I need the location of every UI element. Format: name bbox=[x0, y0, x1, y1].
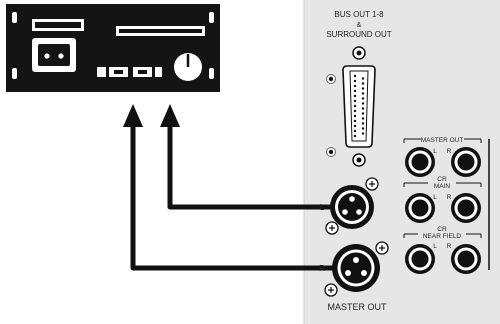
db25-pin bbox=[361, 122, 365, 125]
volume-knob-icon bbox=[174, 53, 202, 81]
db25-pin bbox=[361, 107, 365, 110]
db25-pin bbox=[353, 89, 357, 93]
mount-hole-top-icon bbox=[326, 74, 336, 84]
db25-pin bbox=[361, 87, 365, 90]
db25-pin bbox=[353, 129, 357, 133]
quarter-inch-jack-icon bbox=[405, 147, 435, 177]
db25-pin bbox=[353, 84, 357, 88]
db25-pin bbox=[361, 127, 365, 130]
cr-main-jack-l-label: L bbox=[433, 194, 437, 201]
cr-main-label-line2: MAIN bbox=[434, 183, 451, 190]
cr-near-label-line1: CR bbox=[437, 226, 447, 233]
cr-main-label-line1: CR bbox=[437, 176, 447, 183]
db25-pin bbox=[361, 97, 365, 100]
db25-screw-top-icon bbox=[352, 46, 366, 60]
db25-screw-bottom-icon bbox=[352, 153, 366, 167]
db25-pin bbox=[353, 99, 357, 103]
master-out-jack-l-label: L bbox=[433, 148, 437, 155]
db25-pin bbox=[353, 114, 357, 118]
db25-pin bbox=[361, 82, 365, 85]
quarter-inch-jack-icon bbox=[405, 193, 435, 223]
db25-pin bbox=[353, 134, 357, 138]
arrow-up-icon bbox=[160, 104, 180, 127]
cr-main-jack-r-label: R bbox=[447, 194, 452, 201]
arrow-up-icon bbox=[123, 104, 143, 127]
rack-screw-icon bbox=[209, 68, 214, 79]
connection-diagram: BUS OUT 1-8 & SURROUND OUT MASTER OUT L … bbox=[6, 0, 500, 324]
quarter-inch-jack-icon bbox=[451, 193, 481, 223]
cr-near-jack-r-label: R bbox=[447, 243, 452, 250]
bus-out-label-line1: BUS OUT 1-8 bbox=[334, 10, 384, 19]
db25-pin bbox=[353, 124, 357, 128]
db25-pin bbox=[353, 119, 357, 123]
rack-screw-icon bbox=[12, 12, 17, 23]
quarter-inch-jack-icon bbox=[405, 244, 435, 274]
db25-pin bbox=[361, 117, 365, 120]
rack-device bbox=[6, 4, 220, 92]
cr-near-label-line2: NEAR FIELD bbox=[423, 233, 462, 240]
rack-screw-icon bbox=[12, 68, 17, 79]
xlr-right-label: R bbox=[319, 264, 325, 273]
db25-pin bbox=[361, 112, 365, 115]
mount-hole-bottom-icon bbox=[326, 147, 336, 157]
master-out-jack-r-label: R bbox=[447, 148, 452, 155]
db25-pin bbox=[361, 92, 365, 95]
db25-pin bbox=[361, 132, 365, 135]
xlr-left-label: L bbox=[320, 203, 325, 212]
db25-pin bbox=[361, 77, 365, 80]
bus-out-label-line2: & bbox=[357, 22, 362, 29]
xlr-master-out-caption: MASTER OUT bbox=[327, 302, 387, 312]
db25-connector-icon bbox=[342, 65, 376, 148]
quarter-inch-jack-icon bbox=[451, 244, 481, 274]
db25-pin bbox=[353, 74, 357, 78]
cr-near-jack-l-label: L bbox=[433, 243, 437, 250]
master-out-group-label: MASTER OUT bbox=[421, 137, 464, 144]
power-inlet-icon bbox=[32, 38, 76, 72]
quarter-inch-jack-icon bbox=[451, 147, 481, 177]
db25-pin bbox=[353, 79, 357, 83]
db25-pin bbox=[353, 94, 357, 98]
rack-screw-icon bbox=[209, 12, 214, 23]
bus-out-label-line3: SURROUND OUT bbox=[326, 30, 391, 39]
db25-pin bbox=[353, 104, 357, 108]
db25-pin bbox=[353, 109, 357, 113]
db25-pin bbox=[361, 102, 365, 105]
